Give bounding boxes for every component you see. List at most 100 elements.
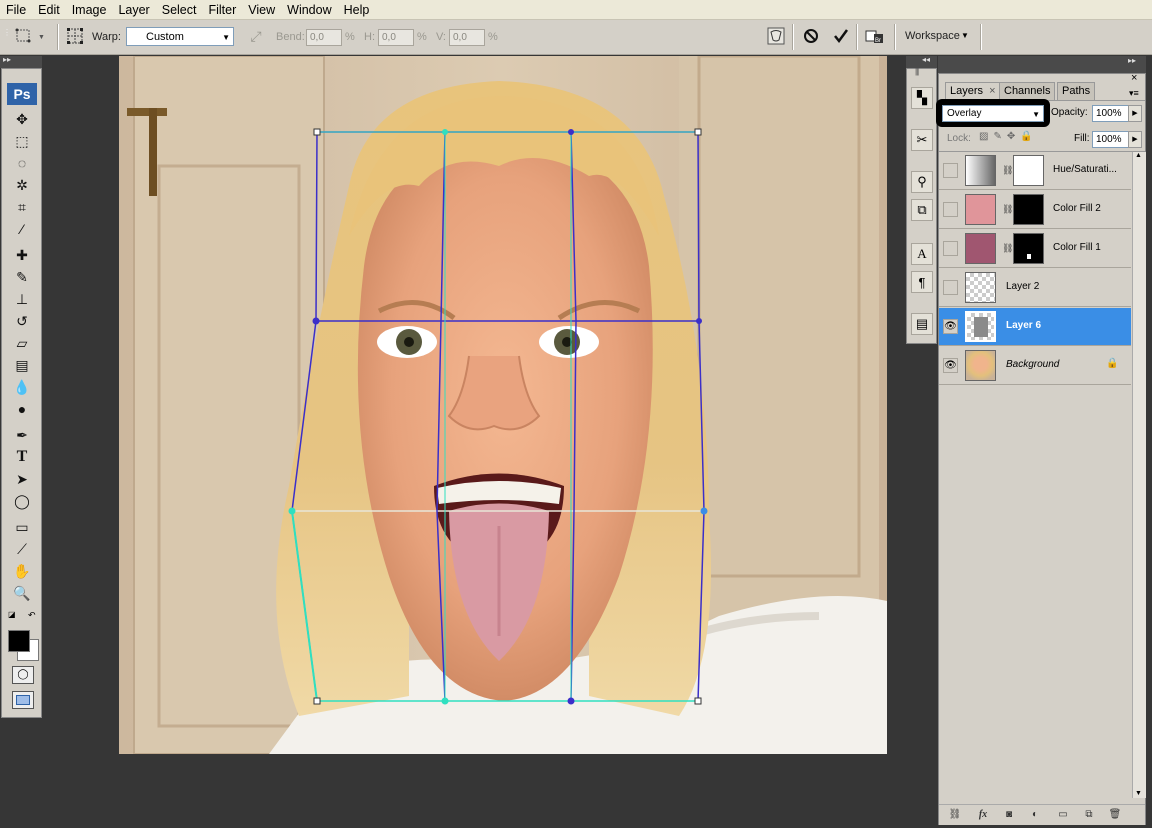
hand-tool-icon[interactable]: ✋ xyxy=(10,561,34,581)
type-tool-icon[interactable]: T xyxy=(10,447,34,467)
menu-image[interactable]: Image xyxy=(66,0,113,19)
visibility-toggle[interactable] xyxy=(943,241,958,256)
chevron-down-icon[interactable]: ▼ xyxy=(961,31,969,40)
chevron-down-icon[interactable]: ▼ xyxy=(38,34,45,41)
visibility-toggle[interactable] xyxy=(943,163,958,178)
adjustment-icon[interactable]: ◐ xyxy=(1027,808,1043,822)
bend-field[interactable]: 0,0 xyxy=(306,29,342,46)
layers-panel-icon[interactable]: ▚ xyxy=(911,87,933,109)
visibility-toggle[interactable] xyxy=(943,280,958,295)
layer-list-scrollbar[interactable]: ▲ ▼ xyxy=(1132,152,1146,798)
fill-arrow-icon[interactable]: ▶ xyxy=(1128,131,1142,148)
expand-icon[interactable]: ◂◂ xyxy=(922,55,930,64)
v-field[interactable]: 0,0 xyxy=(449,29,485,46)
h-field[interactable]: 0,0 xyxy=(378,29,414,46)
layer-row-selected[interactable]: 👁 Layer 6 xyxy=(939,308,1131,346)
layer-row[interactable]: ⛓ Color Fill 2 xyxy=(939,191,1131,229)
warp-style-dropdown[interactable]: Custom ▼ xyxy=(126,27,234,46)
close-icon[interactable]: × xyxy=(989,85,995,97)
paragraph-panel-icon[interactable]: ¶ xyxy=(911,271,933,293)
commit-transform-icon[interactable] xyxy=(831,26,851,46)
menu-view[interactable]: View xyxy=(242,0,281,19)
menu-help[interactable]: Help xyxy=(338,0,376,19)
move-tool-icon[interactable]: ✥ xyxy=(10,109,34,129)
lock-options-icon[interactable]: ▨✎✥🔒 xyxy=(979,131,1038,142)
notes-tool-icon[interactable]: ▭ xyxy=(10,517,34,537)
tab-channels[interactable]: Channels xyxy=(999,82,1056,100)
scroll-up-icon[interactable]: ▲ xyxy=(1135,152,1142,159)
swap-colors-icon[interactable]: ↶ xyxy=(28,610,36,621)
info-panel-icon[interactable]: ▤ xyxy=(911,313,933,335)
tab-paths[interactable]: Paths xyxy=(1057,82,1096,100)
opacity-field[interactable]: 100% xyxy=(1092,105,1129,122)
mask-icon[interactable]: ◙ xyxy=(1001,808,1017,822)
blend-mode-value: Overlay xyxy=(947,108,982,119)
tab-layers[interactable]: Layers × xyxy=(945,82,1001,100)
menu-edit[interactable]: Edit xyxy=(32,0,66,19)
layer-row[interactable]: 👁 Background 🔒 xyxy=(939,347,1131,385)
history-brush-tool-icon[interactable]: ↺ xyxy=(10,311,34,331)
link-icon[interactable]: ⛓ xyxy=(947,808,963,822)
document-canvas[interactable] xyxy=(119,56,887,754)
eraser-tool-icon[interactable]: ▱ xyxy=(10,333,34,353)
change-orientation-icon[interactable]: ⤢ xyxy=(246,26,266,46)
bend-label: Bend: xyxy=(276,31,305,43)
h-percent: % xyxy=(417,31,427,43)
new-layer-icon[interactable]: ⧉ xyxy=(1081,808,1097,822)
character-panel-icon[interactable]: A xyxy=(911,243,933,265)
layer-row[interactable]: ⛓ Color Fill 1 xyxy=(939,230,1131,268)
slice-tool-icon[interactable]: ⁄ xyxy=(10,219,34,239)
blend-mode-dropdown[interactable]: Overlay ▼ xyxy=(942,105,1044,122)
menu-select[interactable]: Select xyxy=(156,0,203,19)
brushes-panel-icon[interactable]: ⚲ xyxy=(911,171,933,193)
magic-wand-tool-icon[interactable]: ✲ xyxy=(10,175,34,195)
lasso-tool-icon[interactable]: ◌ xyxy=(10,153,34,173)
eye-icon[interactable]: 👁 xyxy=(943,358,958,373)
eyedropper-tool-icon[interactable]: ⟋ xyxy=(10,539,34,559)
h-label: H: xyxy=(364,31,375,43)
tool-preset-icon[interactable] xyxy=(14,26,34,46)
crop-tool-icon[interactable]: ⌗ xyxy=(10,197,34,217)
menu-filter[interactable]: Filter xyxy=(202,0,242,19)
screen-mode-icon[interactable] xyxy=(12,691,34,709)
warp-mode-icon[interactable] xyxy=(65,26,85,46)
close-icon[interactable]: × xyxy=(1131,72,1137,84)
blur-tool-icon[interactable]: 💧 xyxy=(10,377,34,397)
dodge-tool-icon[interactable]: ● xyxy=(10,399,34,419)
bridge-icon[interactable]: Br xyxy=(865,26,885,46)
folder-icon[interactable]: ▭ xyxy=(1055,808,1071,822)
menu-layer[interactable]: Layer xyxy=(112,0,155,19)
quick-mask-icon[interactable]: ◯ xyxy=(12,666,34,684)
layer-row[interactable]: ⛓ Hue/Saturati... xyxy=(939,152,1131,190)
trash-icon[interactable]: 🗑 xyxy=(1107,808,1123,822)
healing-brush-tool-icon[interactable]: ✚ xyxy=(10,245,34,265)
pen-tool-icon[interactable]: ✒ xyxy=(10,425,34,445)
workspace-menu[interactable]: Workspace xyxy=(905,30,960,42)
foreground-color-swatch[interactable] xyxy=(8,630,30,652)
eye-icon[interactable]: 👁 xyxy=(943,319,958,334)
tools-panel-icon[interactable]: ✂ xyxy=(911,129,933,151)
fx-icon[interactable]: fx xyxy=(975,808,991,822)
cancel-transform-icon[interactable] xyxy=(801,26,821,46)
collapse-icon[interactable]: ▸▸ xyxy=(3,55,11,64)
marquee-tool-icon[interactable]: ⬚ xyxy=(10,131,34,151)
panel-menu-icon[interactable]: ▾≡ xyxy=(1129,88,1139,99)
default-colors-icon[interactable]: ◪ xyxy=(8,610,16,619)
clone-stamp-tool-icon[interactable]: ⊥ xyxy=(10,289,34,309)
opacity-arrow-icon[interactable]: ▶ xyxy=(1128,105,1142,122)
shape-tool-icon[interactable]: ◯ xyxy=(10,491,34,511)
collapse-icon[interactable]: ▸▸ xyxy=(1128,56,1136,65)
menu-window[interactable]: Window xyxy=(281,0,337,19)
scroll-down-icon[interactable]: ▼ xyxy=(1135,790,1142,797)
menu-file[interactable]: File xyxy=(0,0,32,19)
zoom-tool-icon[interactable]: 🔍 xyxy=(10,583,34,603)
separator xyxy=(894,24,896,50)
brush-tool-icon[interactable]: ✎ xyxy=(10,267,34,287)
layer-row[interactable]: Layer 2 xyxy=(939,269,1131,307)
fill-field[interactable]: 100% xyxy=(1092,131,1129,148)
warp-toggle-icon[interactable] xyxy=(766,26,786,46)
clone-source-icon[interactable]: ⧉ xyxy=(911,199,933,221)
gradient-tool-icon[interactable]: ▤ xyxy=(10,355,34,375)
path-selection-tool-icon[interactable]: ➤ xyxy=(10,469,34,489)
visibility-toggle[interactable] xyxy=(943,202,958,217)
